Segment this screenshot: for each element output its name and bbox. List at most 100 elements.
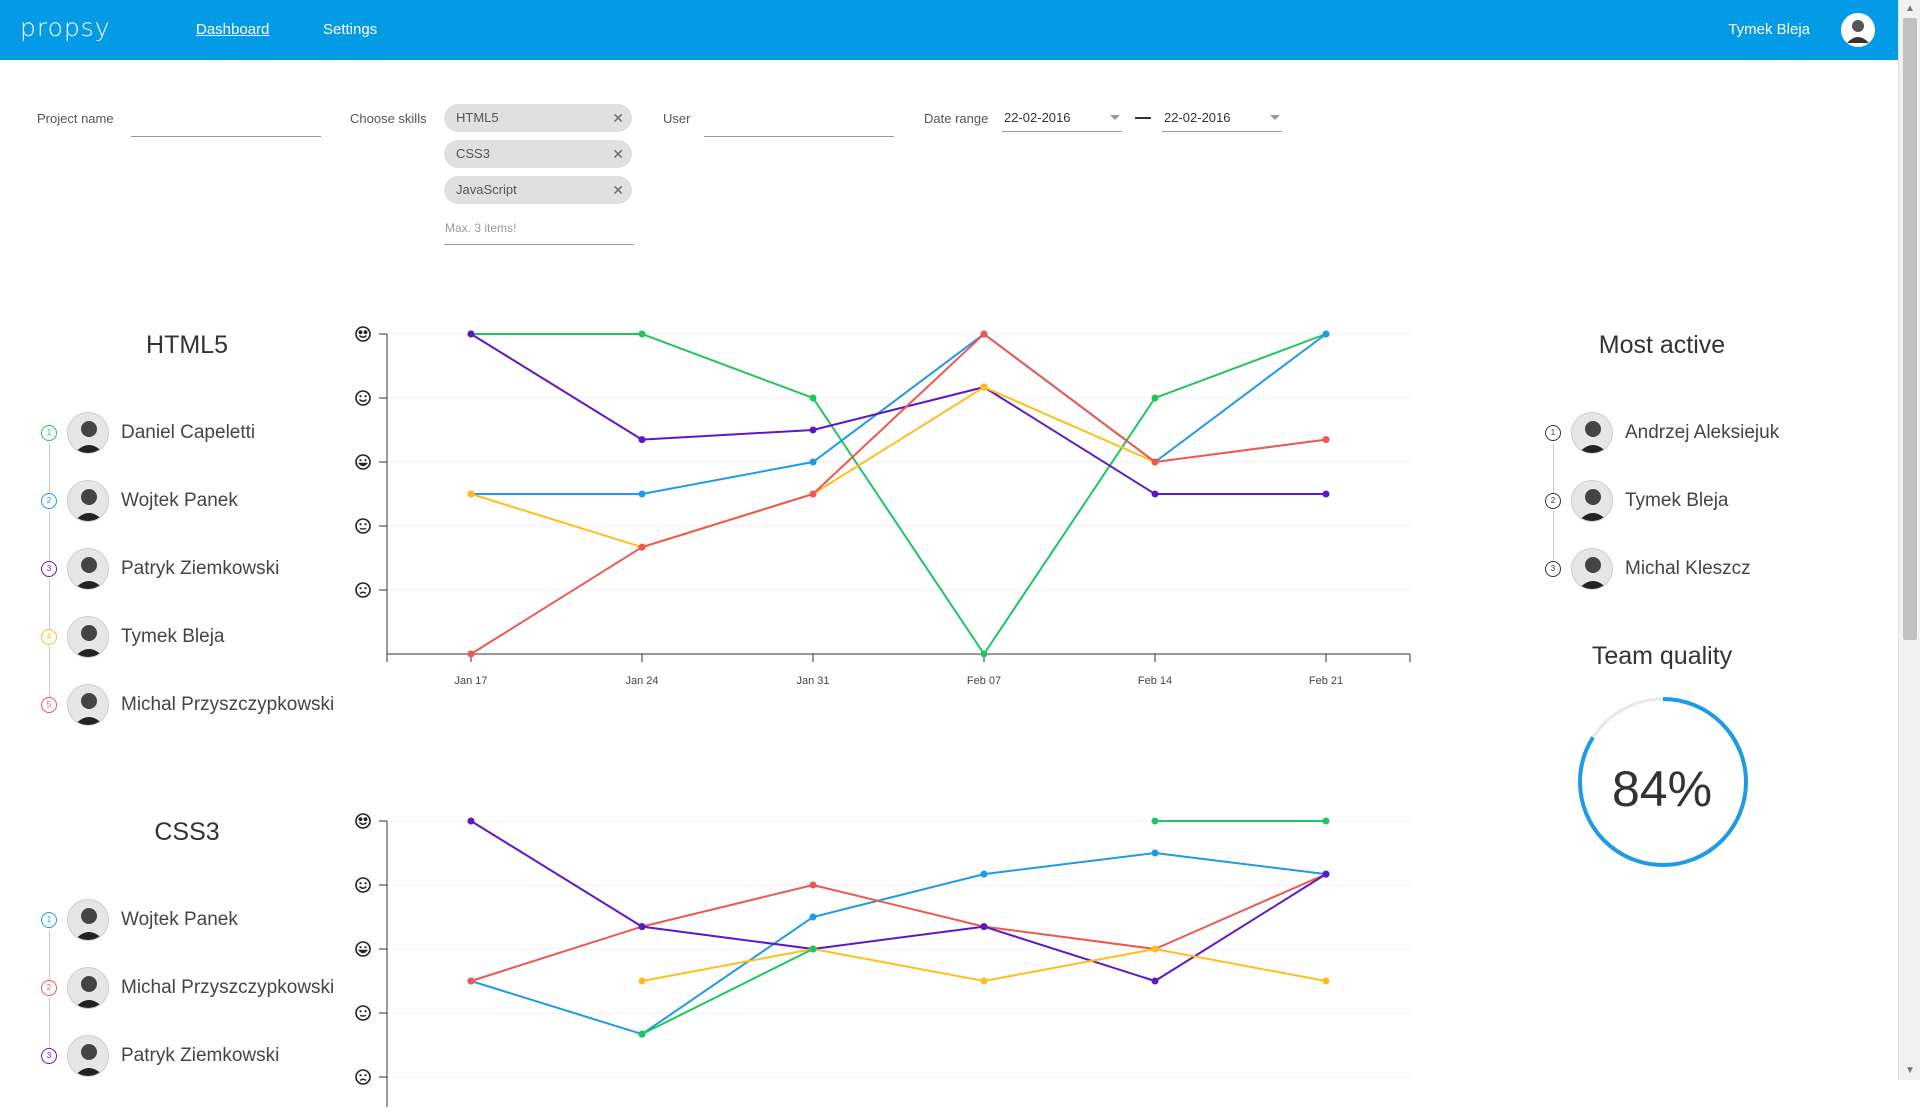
date-from-select[interactable]: 22-02-2016 [1002, 104, 1122, 132]
data-point[interactable] [809, 490, 817, 498]
person-name[interactable]: Tymek Bleja [121, 626, 224, 648]
data-point[interactable] [1151, 394, 1159, 402]
avatar[interactable] [1571, 480, 1613, 522]
person-name[interactable]: Andrzej Aleksiejuk [1625, 422, 1779, 444]
remove-chip-icon[interactable]: ✕ [612, 176, 624, 204]
avatar[interactable] [67, 967, 109, 1009]
data-point[interactable] [1322, 490, 1330, 498]
avatar[interactable] [67, 480, 109, 522]
rank-connector [49, 998, 50, 1048]
series-line [470, 851, 1327, 1036]
avatar[interactable] [67, 412, 109, 454]
data-point[interactable] [638, 977, 646, 985]
data-point[interactable] [638, 1030, 646, 1038]
avatar[interactable] [67, 1035, 109, 1077]
rank-connector [49, 579, 50, 629]
date-from-value: 22-02-2016 [1004, 110, 1071, 125]
data-point[interactable] [809, 913, 817, 921]
data-point[interactable] [1322, 870, 1330, 878]
project-name-input[interactable] [131, 115, 321, 137]
person-name[interactable]: Tymek Bleja [1625, 490, 1728, 512]
data-point[interactable] [809, 945, 817, 953]
rank-connector [49, 511, 50, 561]
brand-logo[interactable]: propsy [20, 13, 111, 42]
data-point[interactable] [1151, 945, 1159, 953]
rank-badge: 4 [41, 629, 57, 645]
vertical-scrollbar[interactable]: ▲ ▼ [1898, 0, 1920, 1080]
skill-chip-html5[interactable]: HTML5 ✕ [444, 104, 632, 132]
data-point[interactable] [1151, 458, 1159, 466]
data-point[interactable] [980, 923, 988, 931]
avatar[interactable] [67, 616, 109, 658]
html5-chart: Jan 17 Jan 24 Jan 31 Feb 07 Feb 14 Feb 21 [330, 320, 1440, 705]
remove-chip-icon[interactable]: ✕ [612, 140, 624, 168]
user-avatar[interactable] [1841, 13, 1875, 47]
person-name[interactable]: Michal Przyszczypkowski [121, 977, 334, 999]
data-point[interactable] [980, 383, 988, 391]
person-name[interactable]: Patryk Ziemkowski [121, 1045, 279, 1067]
data-point[interactable] [638, 923, 646, 931]
data-point[interactable] [638, 490, 646, 498]
data-point[interactable] [1322, 436, 1330, 444]
avatar[interactable] [67, 899, 109, 941]
data-point[interactable] [809, 881, 817, 889]
data-point[interactable] [467, 330, 475, 338]
person-avatar-icon [1572, 481, 1612, 521]
data-point[interactable] [980, 650, 988, 658]
person-name[interactable]: Wojtek Panek [121, 490, 238, 512]
data-point[interactable] [1322, 977, 1330, 985]
data-point[interactable] [1151, 849, 1159, 857]
smile-neutral-icon [355, 1005, 371, 1021]
chevron-down-icon [1110, 115, 1120, 120]
data-point[interactable] [638, 436, 646, 444]
person-name[interactable]: Patryk Ziemkowski [121, 558, 279, 580]
nav-dashboard[interactable]: Dashboard [196, 21, 269, 38]
skill-chip-javascript[interactable]: JavaScript ✕ [444, 176, 632, 204]
data-point[interactable] [980, 330, 988, 338]
data-point[interactable] [1151, 490, 1159, 498]
data-point[interactable] [467, 977, 475, 985]
avatar[interactable] [1571, 548, 1613, 590]
person-name[interactable]: Daniel Capeletti [121, 422, 255, 444]
user-input[interactable] [704, 115, 894, 137]
series-line [470, 385, 1156, 549]
data-point[interactable] [809, 426, 817, 434]
data-point[interactable] [1322, 817, 1330, 825]
skill-chip-css3[interactable]: CSS3 ✕ [444, 140, 632, 168]
person-name[interactable]: Michal Kleszcz [1625, 558, 1751, 580]
data-point[interactable] [980, 870, 988, 878]
data-point[interactable] [638, 330, 646, 338]
user-label: User [663, 111, 691, 126]
data-point[interactable] [638, 543, 646, 551]
avatar[interactable] [67, 684, 109, 726]
remove-chip-icon[interactable]: ✕ [612, 104, 624, 132]
skills-input-placeholder[interactable]: Max. 3 items! [445, 221, 516, 235]
date-to-select[interactable]: 22-02-2016 [1162, 104, 1282, 132]
person-name[interactable]: Wojtek Panek [121, 909, 238, 931]
avatar[interactable] [67, 548, 109, 590]
data-point[interactable] [1151, 977, 1159, 985]
series-line [641, 948, 814, 1036]
rank-badge: 3 [1545, 561, 1561, 577]
data-point[interactable] [467, 817, 475, 825]
data-point[interactable] [467, 490, 475, 498]
data-point[interactable] [1151, 817, 1159, 825]
person-name[interactable]: Michal Przyszczypkowski [121, 694, 334, 716]
rank-badge: 1 [41, 425, 57, 441]
skill-chip-label: CSS3 [456, 146, 490, 161]
scrollbar-thumb[interactable] [1903, 18, 1917, 640]
data-point[interactable] [980, 977, 988, 985]
scroll-up-arrow-icon[interactable]: ▲ [1899, 0, 1920, 18]
data-point[interactable] [1322, 330, 1330, 338]
scroll-down-arrow-icon[interactable]: ▼ [1899, 1062, 1920, 1080]
avatar[interactable] [1571, 412, 1613, 454]
rank-badge: 1 [41, 912, 57, 928]
data-point[interactable] [809, 394, 817, 402]
data-point[interactable] [809, 458, 817, 466]
skill-chip-label: HTML5 [456, 110, 499, 125]
user-name[interactable]: Tymek Bleja [1728, 21, 1810, 38]
data-point[interactable] [467, 650, 475, 658]
team-quality-title: Team quality [1591, 642, 1733, 670]
nav-settings[interactable]: Settings [323, 21, 377, 38]
person-avatar-icon [68, 1036, 108, 1076]
